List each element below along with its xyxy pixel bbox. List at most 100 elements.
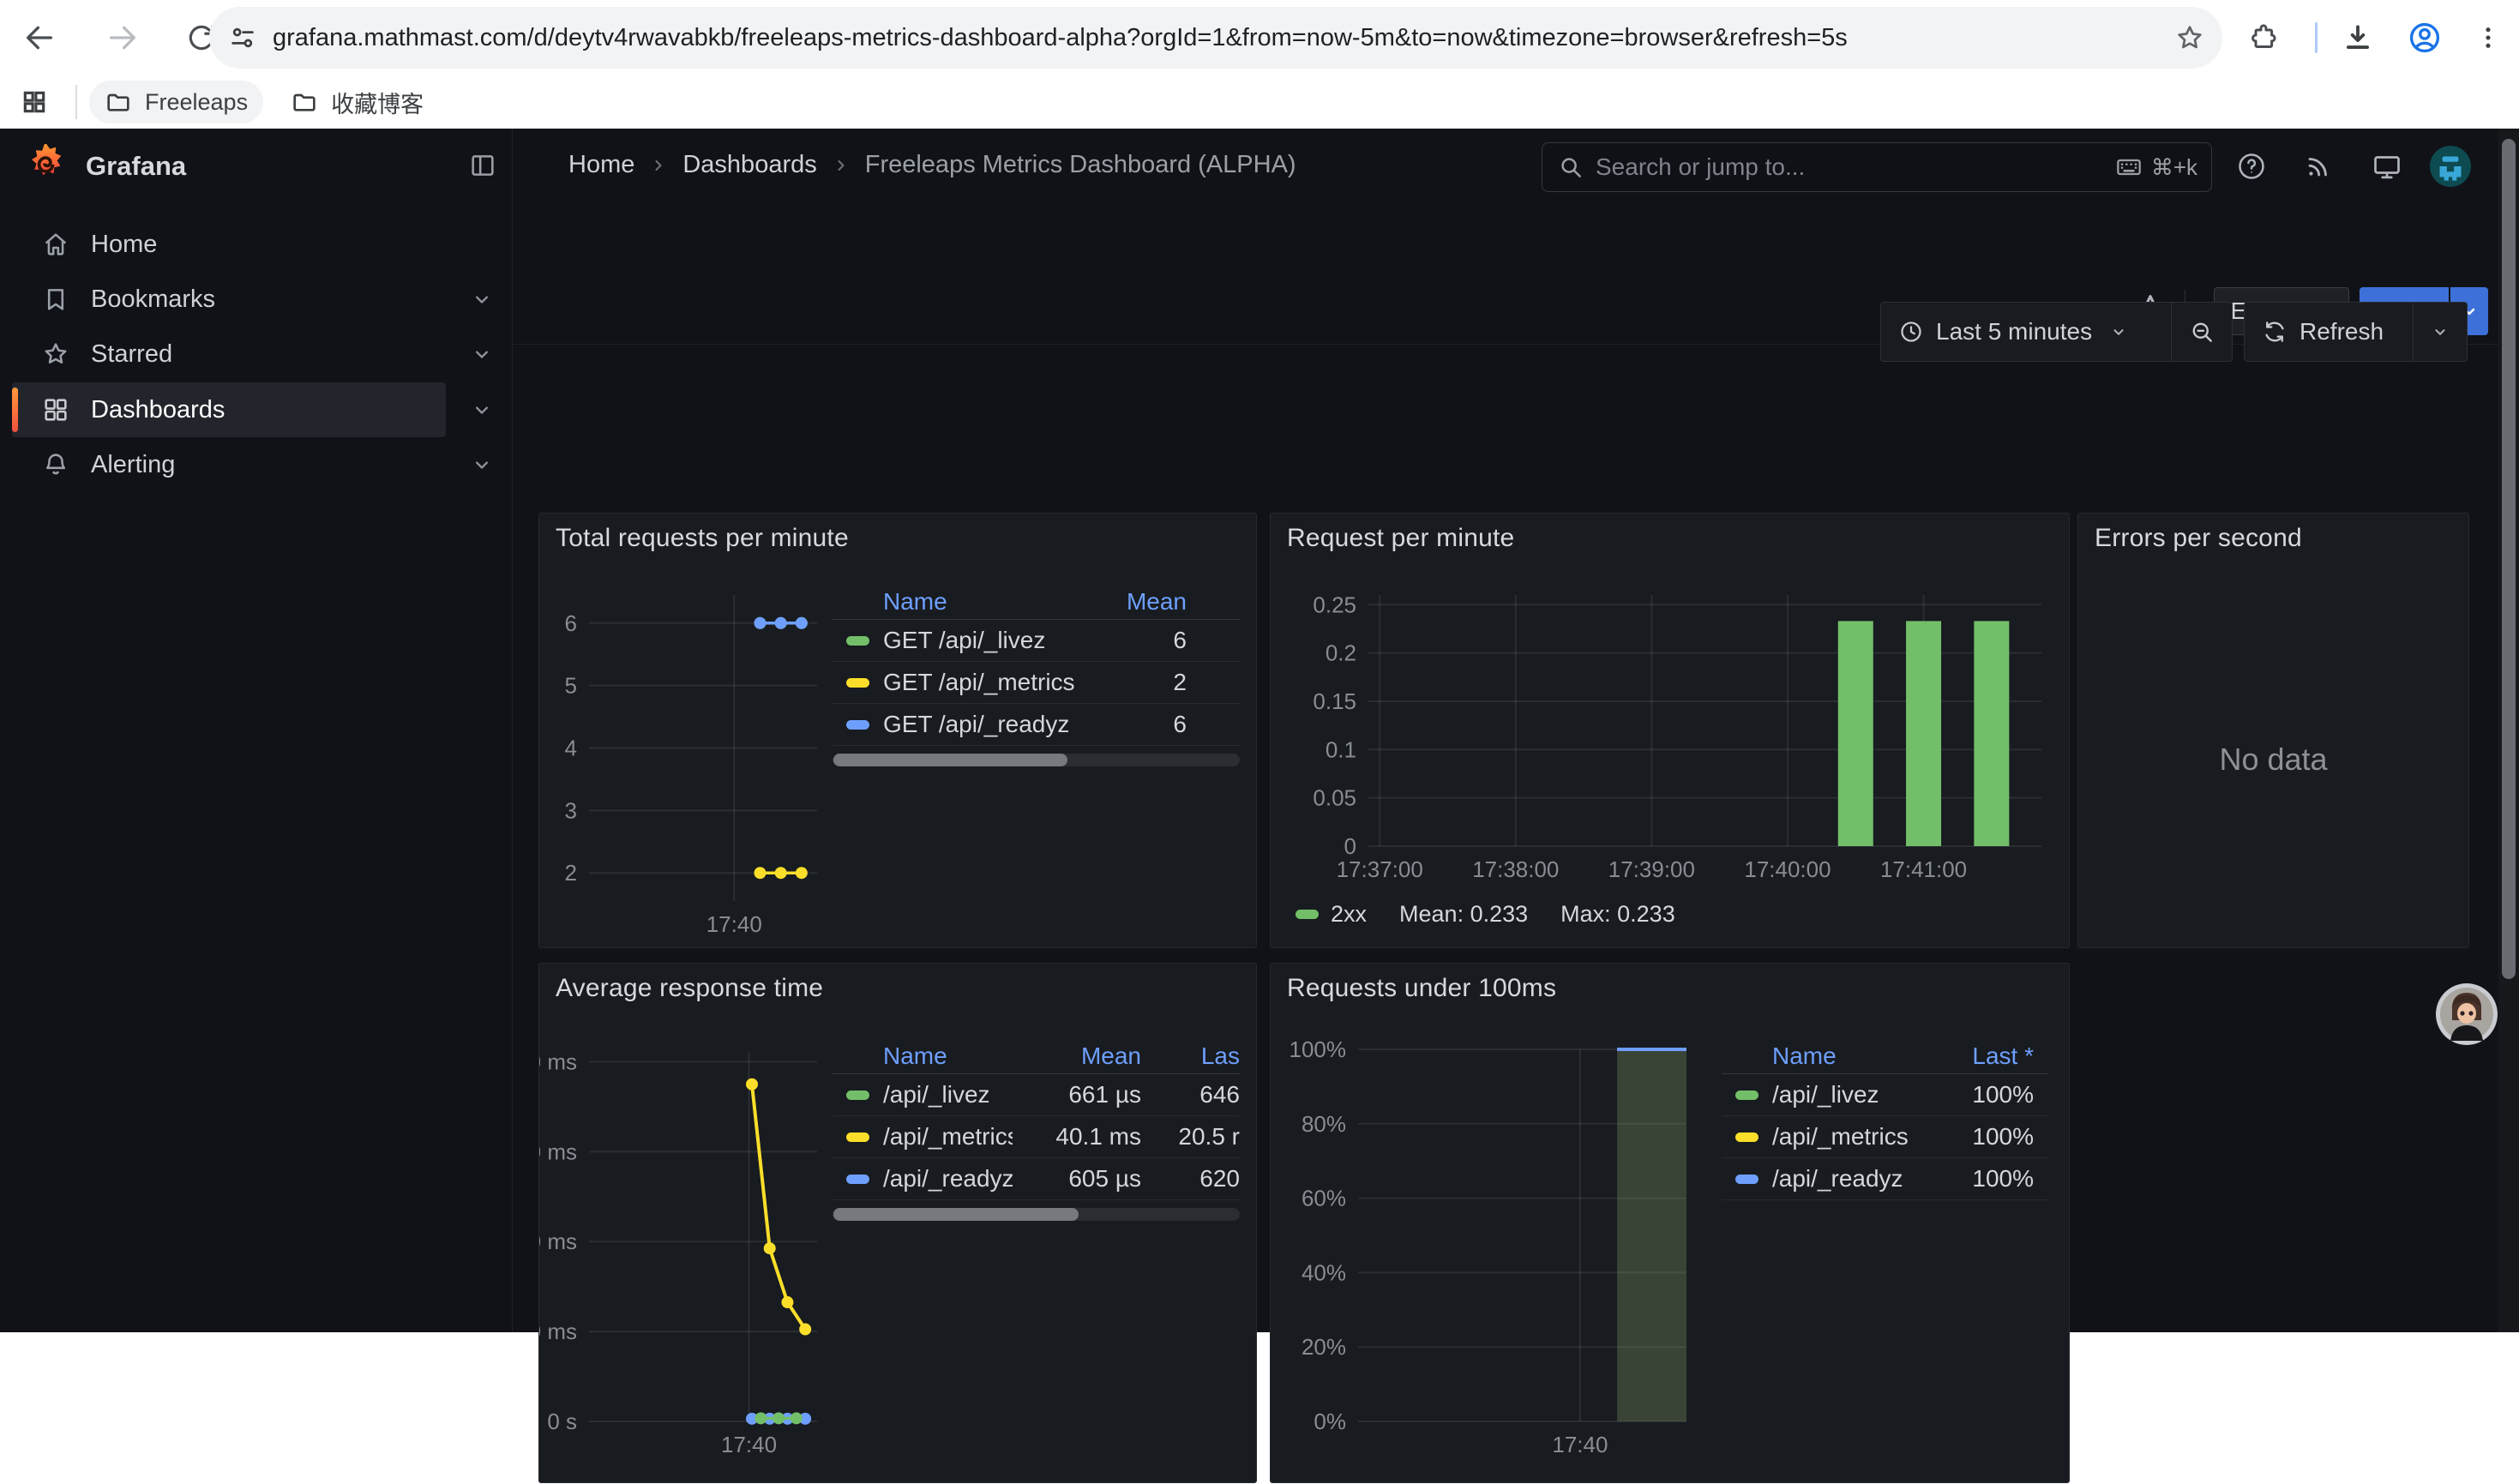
help-button[interactable] [2227, 142, 2276, 190]
profile-icon [2407, 20, 2443, 56]
svg-text:80 ms: 80 ms [539, 1048, 577, 1074]
avatar-girl-icon [2435, 982, 2498, 1046]
scrollbar-thumb[interactable] [2502, 139, 2516, 979]
svg-text:0 s: 0 s [547, 1409, 577, 1434]
assistant-avatar-widget[interactable] [2435, 982, 2498, 1046]
svg-text:17:41:00: 17:41:00 [1880, 856, 1967, 882]
svg-text:100%: 100% [1290, 1036, 1347, 1062]
panel-total-requests: Total requests per minute 6543217:40 Nam… [538, 513, 1257, 948]
forward-button[interactable] [93, 9, 152, 67]
user-avatar[interactable] [2426, 142, 2474, 190]
no-data-message: No data [2078, 742, 2468, 778]
legend-row[interactable]: /api/_readyz 605 µs 620 [833, 1158, 1240, 1200]
legend-row[interactable]: /api/_metrics 40.1 ms 20.5 r [833, 1116, 1240, 1158]
panel-request-per-minute: Request per minute 0.250.20.150.10.05017… [1270, 513, 2070, 948]
legend-scrollbar[interactable] [833, 754, 1240, 766]
chevron-down-icon [2431, 322, 2450, 341]
breadcrumb-home[interactable]: Home [568, 151, 634, 179]
svg-text:2: 2 [565, 860, 577, 886]
legend-row[interactable]: /api/_metrics 100% [1722, 1116, 2048, 1158]
extensions-button[interactable] [2234, 9, 2293, 67]
svg-text:0.2: 0.2 [1326, 640, 1356, 666]
alerting-expand-button[interactable] [466, 437, 497, 492]
svg-text:17:39:00: 17:39:00 [1608, 856, 1695, 882]
search-input[interactable]: Search or jump to... ⌘+k [1542, 142, 2212, 192]
svg-text:17:40:00: 17:40:00 [1744, 856, 1831, 882]
svg-text:17:40: 17:40 [706, 911, 762, 937]
sidebar-item-starred[interactable]: Starred [12, 327, 446, 382]
keyboard-icon [2115, 153, 2143, 181]
legend-row[interactable]: GET /api/_metrics 2 [833, 662, 1240, 704]
legend-row[interactable]: /api/_livez 100% [1722, 1074, 2048, 1116]
display-button[interactable] [2363, 142, 2411, 190]
svg-text:0.15: 0.15 [1313, 688, 1356, 714]
bookmarks-divider [75, 85, 77, 119]
url-bar[interactable]: grafana.mathmast.com/d/deytv4rwavabkb/fr… [209, 7, 2222, 69]
legend-row[interactable]: GET /api/_readyz 6 [833, 704, 1240, 746]
url-text[interactable]: grafana.mathmast.com/d/deytv4rwavabkb/fr… [273, 24, 2174, 52]
starred-expand-button[interactable] [466, 327, 497, 382]
legend-scrollbar[interactable] [833, 1208, 1240, 1221]
grafana-logo[interactable] [22, 141, 70, 193]
news-button[interactable] [2294, 142, 2342, 190]
svg-text:0: 0 [1344, 833, 1356, 859]
bookmarks-expand-button[interactable] [466, 272, 497, 327]
sidebar-item-bookmarks[interactable]: Bookmarks [12, 272, 446, 327]
sidebar-item-dashboards[interactable]: Dashboards [12, 382, 446, 437]
apps-grid-button[interactable] [9, 80, 60, 124]
svg-text:17:37:00: 17:37:00 [1337, 856, 1423, 882]
bookmark-icon [41, 285, 70, 314]
panel-title[interactable]: Errors per second [2095, 524, 2302, 553]
grafana-brand[interactable]: Grafana [86, 151, 186, 182]
legend-row[interactable]: GET /api/_livez 6 [833, 620, 1240, 662]
rss-icon [2304, 152, 2333, 181]
bookmark-star-icon[interactable] [2174, 22, 2205, 53]
svg-text:80%: 80% [1302, 1111, 1346, 1137]
legend-row[interactable]: /api/_livez 661 µs 646 [833, 1074, 1240, 1116]
breadcrumb-dashboards[interactable]: Dashboards [682, 151, 816, 179]
site-settings-icon[interactable] [228, 23, 257, 52]
sidebar-item-home[interactable]: Home [12, 217, 446, 272]
bookmark-folder-freeleaps[interactable]: Freeleaps [89, 81, 263, 123]
star-icon [41, 339, 70, 369]
bookmark-folder-blogs[interactable]: 收藏博客 [275, 81, 439, 123]
panel-toggle-icon [468, 151, 497, 180]
legend-inline[interactable]: 2xx Mean: 0.233 Max: 0.233 [1296, 901, 1675, 928]
dashboards-grid-icon [41, 395, 70, 424]
search-icon [1558, 154, 1584, 180]
refresh-label: Refresh [2300, 318, 2384, 345]
chevron-down-icon [470, 342, 494, 366]
page-scrollbar[interactable] [2498, 129, 2519, 1332]
sidebar-item-alerting[interactable]: Alerting [12, 437, 446, 492]
legend-row[interactable]: /api/_readyz 100% [1722, 1158, 2048, 1200]
svg-text:4: 4 [565, 736, 577, 761]
sidebar-toggle-button[interactable] [468, 151, 497, 184]
refresh-icon [2262, 319, 2288, 345]
chevron-down-icon [470, 453, 494, 477]
svg-text:20 ms: 20 ms [539, 1319, 577, 1344]
forward-icon [105, 21, 140, 55]
apps-grid-icon [21, 88, 48, 116]
back-button[interactable] [10, 9, 69, 67]
legend-header: Name Last * [1722, 1039, 2048, 1074]
svg-text:60 ms: 60 ms [539, 1139, 577, 1164]
request-per-minute-chart: 0.250.20.150.10.05017:37:0017:38:0017:39… [1271, 514, 2071, 949]
svg-text:17:40: 17:40 [1552, 1432, 1608, 1457]
downloads-button[interactable] [2329, 9, 2387, 67]
legend-header: Name Mean Las [833, 1039, 1240, 1074]
download-icon [2342, 21, 2374, 54]
svg-text:0.1: 0.1 [1326, 736, 1356, 762]
profile-button[interactable] [2396, 9, 2454, 67]
series-color-pill [1735, 1175, 1758, 1184]
svg-text:5: 5 [565, 673, 577, 699]
home-icon [41, 230, 70, 259]
dashboards-expand-button[interactable] [466, 382, 497, 437]
browser-toolbar: grafana.mathmast.com/d/deytv4rwavabkb/fr… [0, 0, 2519, 75]
sidebar-item-label: Starred [91, 340, 172, 369]
panel-errors-per-second: Errors per second No data [2077, 513, 2469, 948]
svg-text:0%: 0% [1314, 1409, 1346, 1434]
panel-requests-under-100ms: Requests under 100ms 100%80%60%40%20%0%1… [1270, 963, 2070, 1483]
browser-menu-button[interactable] [2459, 9, 2517, 67]
breadcrumb-current: Freeleaps Metrics Dashboard (ALPHA) [865, 151, 1296, 179]
svg-text:0.25: 0.25 [1313, 592, 1356, 617]
